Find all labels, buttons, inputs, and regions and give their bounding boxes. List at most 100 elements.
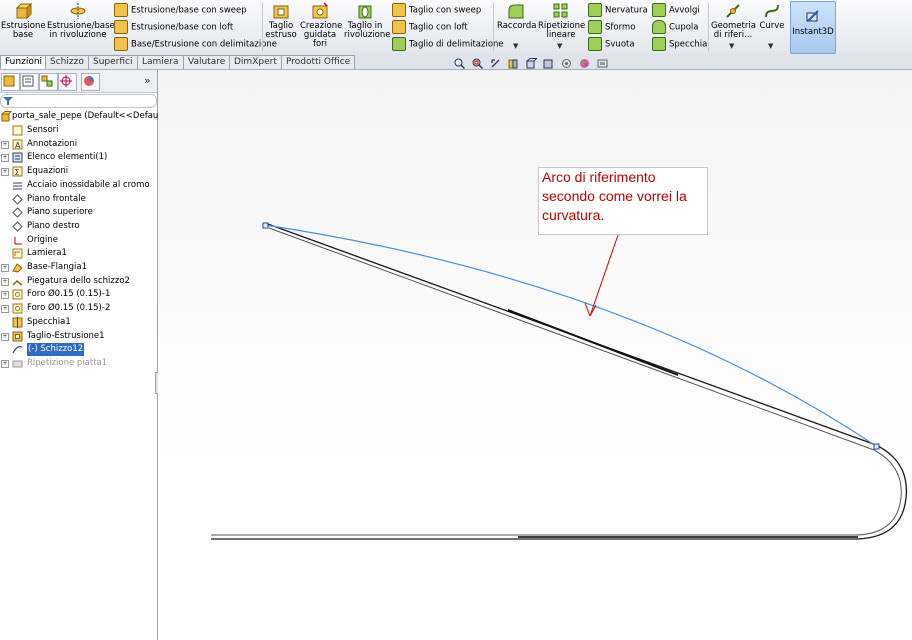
lofted-cut-label: Taglio con loft [409,22,468,33]
mirror-button[interactable]: Specchia [652,37,707,51]
tree-item-label: Foro Ø0.15 (0.15)-2 [27,303,111,314]
display-manager-tab[interactable] [81,73,100,91]
draft-button[interactable]: Sformo [588,20,635,34]
boundary-cut-icon [392,37,406,51]
hide-show-items-icon[interactable] [561,58,572,69]
instant3d-button[interactable]: Instant3D [790,1,836,54]
view-orientation-icon[interactable] [525,58,537,69]
expand-plus-icon[interactable]: + [1,168,9,177]
apply-scene-icon[interactable] [597,58,608,69]
material-icon [13,182,22,190]
instant3d-label: Instant3D [792,27,834,37]
zoom-to-area-icon[interactable] [472,58,483,69]
tree-item-label: (-) Schizzo12 [27,343,85,357]
plane-icon [12,221,23,232]
curves-button[interactable]: Curve [758,2,786,31]
fillet-button[interactable]: Raccorda [497,2,537,31]
expand-plus-icon[interactable]: + [1,359,9,368]
fillet-dropdown-icon[interactable]: ▼ [513,42,518,50]
property-manager-tab[interactable] [20,73,39,91]
tab-prodotti-office[interactable]: Prodotti Office [281,55,356,69]
expand-panel-icon[interactable]: » [144,74,151,87]
arc-endpoint-start[interactable] [262,222,269,229]
hole-wizard-label: Creazione guidata fori [300,21,343,49]
previous-view-icon[interactable] [490,58,501,69]
expand-plus-icon[interactable]: + [1,332,9,341]
shell-button[interactable]: Svuota [588,37,635,51]
sketched-bend-icon [12,279,23,286]
filter-icon [3,97,13,105]
tree-item-label: Elenco elementi(1) [27,152,108,163]
revolve-boss-button[interactable]: Estrusione/base in rivoluzione [47,2,115,40]
section-view-icon[interactable] [508,58,519,69]
loft-boss-button[interactable]: Estrusione/base con loft [114,20,233,34]
tab-valutare[interactable]: Valutare [183,55,231,69]
base-flange-icon [12,263,23,273]
tab-funzioni[interactable]: Funzioni [0,55,48,69]
rib-button[interactable]: Nervatura [588,3,648,17]
arc-endpoint-end[interactable] [873,443,880,450]
extrude-boss-button[interactable]: Estrusione base [1,2,46,40]
tree-item-label: Ripetizione piatta1 [27,357,108,368]
reference-arc-sketch[interactable] [264,224,877,447]
display-style-icon[interactable] [543,58,554,69]
annotations-icon: A [12,139,23,150]
edit-appearance-icon[interactable] [579,58,590,69]
tab-lamiera[interactable]: Lamiera [137,55,184,69]
reference-geometry-dropdown-icon[interactable]: ▼ [729,42,734,50]
cut-list-icon [12,152,23,163]
expand-plus-icon[interactable]: + [1,305,9,314]
expand-plus-icon[interactable]: + [1,291,9,300]
tab-dimxpert[interactable]: DimXpert [229,55,282,69]
lofted-cut-button[interactable]: Taglio con loft [392,20,468,34]
tree-item-label: Sensori [27,125,59,135]
lofted-cut-icon [392,20,406,34]
expand-plus-icon[interactable]: + [1,277,9,286]
configuration-manager-tab[interactable] [39,73,58,91]
extruded-cut-button[interactable]: Taglio estruso [265,2,297,40]
fillet-label: Raccorda [497,21,537,31]
expand-plus-icon[interactable]: + [1,140,9,149]
tab-superfici[interactable]: Superfici [88,55,138,69]
boundary-boss-label: Base/Estrusione con delimitazione [131,39,278,50]
boundary-boss-icon [114,37,128,51]
linear-pattern-dropdown-icon[interactable]: ▼ [557,42,562,50]
wrap-button[interactable]: Avvolgi [652,3,700,17]
tree-item-label: Base-Flangia1 [27,262,87,272]
graphics-area[interactable] [158,70,912,640]
origin-icon [14,236,22,245]
swept-cut-button[interactable]: Taglio con sweep [392,3,481,17]
swept-cut-icon [392,3,406,17]
part-profile-thick-edge [507,309,679,376]
boundary-cut-button[interactable]: Taglio di delimitazione [392,37,504,51]
boundary-cut-label: Taglio di delimitazione [409,39,504,50]
reference-geometry-label: Geometria di riferi... [711,21,756,40]
zoom-to-fit-icon[interactable] [454,58,465,69]
extruded-cut-icon [273,5,289,19]
rib-label: Nervatura [605,5,648,16]
boundary-boss-button[interactable]: Base/Estrusione con delimitazione [114,37,277,51]
annotation-note-line3: curvatura. [542,207,605,223]
revolved-cut-icon [358,5,372,19]
sweep-boss-button[interactable]: Estrusione/base con sweep [114,3,247,17]
tree-item-label: Equazioni [27,166,69,177]
linear-pattern-button[interactable]: Ripetizione lineare [538,2,585,40]
hole-wizard-button[interactable]: Creazione guidata fori [300,2,343,49]
expand-plus-icon[interactable]: + [1,264,9,272]
curves-dropdown-icon[interactable]: ▼ [768,42,773,50]
annotation-note: Arco di riferimento secondo come vorrei … [538,167,708,235]
tree-item-label: Piano destro [27,220,80,231]
dome-button[interactable]: Cupola [652,20,699,34]
reference-geometry-icon [726,4,740,18]
tab-schizzo[interactable]: Schizzo [45,55,89,69]
expand-plus-icon[interactable]: + [1,154,9,163]
tree-item-label: Taglio-Estrusione1 [27,330,105,341]
feature-filter-field[interactable] [0,94,157,108]
ribbon-separator [493,3,494,51]
feature-manager-tab[interactable] [1,73,20,91]
flat-pattern-icon [12,360,23,368]
reference-geometry-button[interactable]: Geometria di riferi... [711,2,756,40]
dimxpert-manager-tab[interactable] [58,73,77,91]
revolved-cut-button[interactable]: Taglio in rivoluzione [344,2,390,40]
tree-item-label: Specchia1 [27,316,71,327]
